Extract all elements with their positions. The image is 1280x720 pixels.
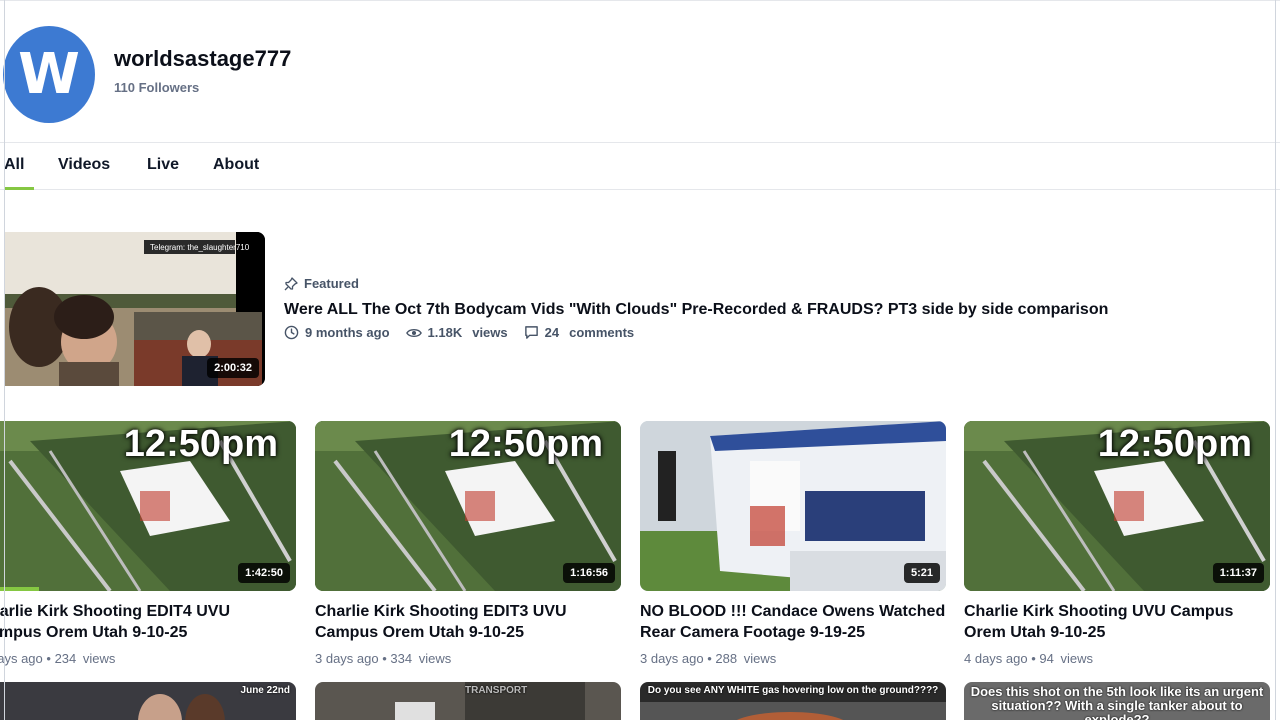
video-title[interactable]: NO BLOOD !!! Candace Owens Watched Rear … <box>640 601 946 643</box>
video-age: 4 days ago <box>964 651 1028 666</box>
featured-duration: 2:00:32 <box>207 358 259 378</box>
video-card[interactable]: 12:50pm 1:42:50 harlie Kirk Shooting EDI… <box>0 421 296 666</box>
tab-all[interactable]: All <box>4 156 24 174</box>
video-title-line1: NO BLOOD !!! Candace Owens Watched <box>640 603 946 620</box>
follower-count: 110 Followers <box>114 80 200 95</box>
left-border <box>4 0 5 720</box>
channel-name[interactable]: worldsastage777 <box>114 46 291 72</box>
video-views: 234 <box>54 651 77 666</box>
meta-separator: • <box>382 651 387 666</box>
video-age: 3 days ago <box>640 651 704 666</box>
eye-icon <box>405 328 422 337</box>
video-views-label: views <box>418 651 452 666</box>
thumbnail-time-overlay: 12:50pm <box>1097 423 1252 465</box>
pin-icon <box>284 276 298 290</box>
thumbnail-overlay-text: Does this shot on the 5th look like its … <box>970 684 1264 720</box>
tab-about[interactable]: About <box>213 156 259 174</box>
video-card[interactable]: 12:50pm 1:16:56 Charlie Kirk Shooting ED… <box>315 421 621 666</box>
featured-views: 1.18K <box>427 325 463 340</box>
thumbnail-time-overlay: 12:50pm <box>448 423 603 465</box>
video-views: 94 <box>1039 651 1054 666</box>
video-title-line2: Orem Utah 9-10-25 <box>964 624 1106 641</box>
video-title[interactable]: Charlie Kirk Shooting EDIT3 UVU Campus O… <box>315 601 621 643</box>
video-thumbnail[interactable]: 5:21 <box>640 421 946 591</box>
featured-comments-label: comments <box>569 325 635 340</box>
video-views-label: views <box>743 651 777 666</box>
featured-label-row: Featured <box>284 276 359 291</box>
video-age: 3 days ago <box>315 651 379 666</box>
top-border <box>0 0 1280 1</box>
featured-views-label: views <box>472 325 508 340</box>
video-meta: 3 days ago • 288 views <box>640 651 946 666</box>
video-thumbnail[interactable]: 12:50pm 1:42:50 <box>0 421 296 591</box>
video-duration: 1:42:50 <box>238 563 290 583</box>
featured-title[interactable]: Were ALL The Oct 7th Bodycam Vids "With … <box>284 301 1108 319</box>
featured-age: 9 months ago <box>305 325 390 340</box>
meta-separator: • <box>1031 651 1036 666</box>
video-meta: 4 days ago • 94 views <box>964 651 1270 666</box>
video-title-line2: Campus Orem Utah 9-10-25 <box>315 624 524 641</box>
video-title-line1: Charlie Kirk Shooting UVU Campus <box>964 603 1234 620</box>
right-border <box>1275 0 1276 720</box>
featured-overlay-text: Telegram: the_slaughter710 <box>150 243 250 252</box>
tab-live[interactable]: Live <box>147 156 179 174</box>
channel-tabs: All Videos Live About <box>0 142 1280 190</box>
video-title[interactable]: Charlie Kirk Shooting UVU Campus Orem Ut… <box>964 601 1270 643</box>
video-thumbnail[interactable]: 12:50pm 1:16:56 <box>315 421 621 591</box>
video-views: 334 <box>390 651 413 666</box>
video-duration: 1:11:37 <box>1212 563 1264 583</box>
featured-thumbnail[interactable]: Telegram: the_slaughter710 2:00:32 <box>4 232 265 386</box>
thumbnail-overlay-text: TRANSPORT <box>465 685 528 696</box>
avatar-letter: W <box>18 42 80 107</box>
video-thumbnail[interactable]: Does this shot on the 5th look like its … <box>964 682 1270 720</box>
active-tab-indicator <box>4 187 34 190</box>
meta-separator: • <box>707 651 712 666</box>
video-thumbnail[interactable]: June 22nd <box>0 682 296 720</box>
featured-label: Featured <box>304 276 359 291</box>
video-thumbnail[interactable]: Do you see ANY WHITE gas hovering low on… <box>640 682 946 720</box>
thumbnail-overlay-text: June 22nd <box>240 685 290 696</box>
video-thumbnail[interactable]: TRANSPORT <box>315 682 621 720</box>
video-thumbnail-image <box>640 421 946 591</box>
video-meta: days ago • 234 views <box>0 651 296 666</box>
video-views-label: views <box>82 651 116 666</box>
video-duration: 5:21 <box>903 563 940 583</box>
channel-avatar[interactable]: W <box>3 26 95 123</box>
video-thumbnail[interactable]: 12:50pm 1:11:37 <box>964 421 1270 591</box>
video-duration: 1:16:56 <box>563 563 615 583</box>
featured-comments: 24 <box>544 325 560 340</box>
video-meta: 3 days ago • 334 views <box>315 651 621 666</box>
video-views: 288 <box>715 651 738 666</box>
video-card[interactable]: 5:21 NO BLOOD !!! Candace Owens Watched … <box>640 421 946 666</box>
thumbnail-overlay-text: Do you see ANY WHITE gas hovering low on… <box>647 685 939 696</box>
video-views-label: views <box>1060 651 1094 666</box>
video-age: days ago <box>0 651 43 666</box>
tab-videos[interactable]: Videos <box>58 156 110 174</box>
video-title-line2: Rear Camera Footage 9-19-25 <box>640 624 865 641</box>
watch-progress-bar <box>0 587 39 591</box>
clock-icon <box>284 325 299 340</box>
video-title-line1: harlie Kirk Shooting EDIT4 UVU <box>0 603 231 620</box>
comment-icon <box>524 326 538 339</box>
video-title[interactable]: harlie Kirk Shooting EDIT4 UVU ampus Ore… <box>0 601 296 643</box>
video-title-line2: ampus Orem Utah 9-10-25 <box>0 624 188 641</box>
video-card[interactable]: 12:50pm 1:11:37 Charlie Kirk Shooting UV… <box>964 421 1270 666</box>
video-title-line1: Charlie Kirk Shooting EDIT3 UVU <box>315 603 567 620</box>
thumbnail-time-overlay: 12:50pm <box>123 423 278 465</box>
meta-separator: • <box>46 651 51 666</box>
featured-meta: 9 months ago 1.18K views 24 comments <box>284 325 650 340</box>
